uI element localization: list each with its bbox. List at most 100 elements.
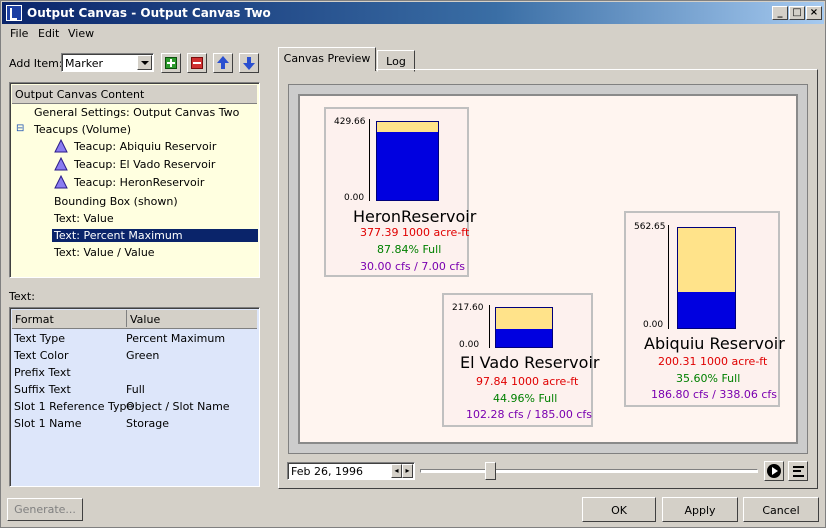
column-value[interactable]: Value <box>126 310 160 327</box>
remove-button[interactable] <box>187 53 207 73</box>
teacup-max-label: 562.65 <box>634 222 666 232</box>
menu-edit[interactable]: Edit <box>38 27 59 40</box>
teacup-fill <box>377 131 438 200</box>
teacup-name: HeronReservoir <box>353 207 477 226</box>
cell-value: Percent Maximum <box>126 332 226 345</box>
app-icon <box>6 5 22 21</box>
teacup-max-label: 429.66 <box>334 117 366 127</box>
tree-item-teacup-el-vado[interactable]: Teacup: El Vado Reservoir <box>16 156 256 173</box>
date-next-button[interactable]: ▸ <box>402 464 413 478</box>
date-field[interactable]: Feb 26, 1996 ◂ ▸ <box>287 462 415 480</box>
tree-item-teacup-abiquiu[interactable]: Teacup: Abiquiu Reservoir <box>16 138 256 155</box>
canvas-content-tree[interactable]: Output Canvas Content General Settings: … <box>9 82 260 278</box>
tree-item-text-value-value[interactable]: Text: Value / Value <box>16 244 256 261</box>
tree-item-label: General Settings: Output Canvas Two <box>34 106 240 119</box>
collapse-icon[interactable]: ⊟ <box>16 123 24 134</box>
close-button[interactable]: × <box>806 6 822 20</box>
add-item-select[interactable]: Marker <box>61 53 154 72</box>
properties-label: Text: <box>9 290 35 303</box>
arrow-down-icon <box>243 63 255 70</box>
cell-format: Slot 1 Name <box>14 417 82 430</box>
timeline-slider-thumb[interactable] <box>485 462 497 480</box>
move-up-button[interactable] <box>213 53 233 73</box>
teacup-fill <box>678 292 735 328</box>
tree-item-label: Text: Percent Maximum <box>52 229 258 242</box>
minimize-button[interactable]: _ <box>772 6 788 20</box>
teacup-axis <box>668 225 669 329</box>
teacup-icon <box>54 175 68 189</box>
menu-file[interactable]: File <box>10 27 28 40</box>
tree-item-text-value[interactable]: Text: Value <box>16 210 256 227</box>
add-item-label: Add Item: <box>9 57 63 70</box>
apply-button[interactable]: Apply <box>662 497 738 522</box>
window-title: Output Canvas - Output Canvas Two <box>27 6 271 20</box>
tree-header-label: Output Canvas Content <box>15 88 145 101</box>
title-bar[interactable]: Output Canvas - Output Canvas Two _ □ × <box>2 2 824 24</box>
tree-item-general-settings[interactable]: General Settings: Output Canvas Two <box>16 104 256 121</box>
table-row[interactable]: Suffix Text Full <box>12 381 257 398</box>
teacup-min-label: 0.00 <box>643 320 664 330</box>
table-row[interactable]: Text Type Percent Maximum <box>12 330 257 347</box>
teacup-el-vado: 217.60 0.00 El Vado Reservoir 97.84 1000… <box>442 293 599 427</box>
cell-format: Slot 1 Reference Type <box>14 400 134 413</box>
timeline-slider-track[interactable] <box>420 469 758 473</box>
teacup-capacity-bar <box>495 307 553 348</box>
teacup-value-text: 97.84 1000 acre-ft <box>476 375 579 388</box>
ok-button[interactable]: OK <box>582 497 656 522</box>
cell-value: Full <box>126 383 145 396</box>
teacup-capacity-bar <box>677 227 736 329</box>
cell-value: Storage <box>126 417 170 430</box>
table-header: Format Value <box>12 310 257 329</box>
maximize-button[interactable]: □ <box>789 6 805 20</box>
cell-value: Object / Slot Name <box>126 400 230 413</box>
table-row[interactable]: Prefix Text <box>12 364 257 381</box>
generate-button[interactable]: Generate... <box>7 498 83 521</box>
tree-item-label: Teacup: El Vado Reservoir <box>74 158 216 171</box>
output-canvas-window: Output Canvas - Output Canvas Two _ □ × … <box>0 0 826 528</box>
teacup-percent-text: 35.60% Full <box>676 372 741 385</box>
teacup-fill <box>496 329 552 347</box>
teacup-value-text: 200.31 1000 acre-ft <box>658 355 768 368</box>
cell-format: Suffix Text <box>14 383 71 396</box>
teacup-capacity-bar <box>376 121 439 201</box>
tree-item-text-percent-maximum[interactable]: Text: Percent Maximum <box>16 227 258 244</box>
chevron-down-icon[interactable] <box>137 55 152 70</box>
teacup-icon <box>54 139 68 153</box>
teacup-flow-text: 102.28 cfs / 185.00 cfs <box>466 408 592 421</box>
tree-item-bounding-box[interactable]: Bounding Box (shown) <box>16 193 256 210</box>
arrow-up-icon <box>217 56 229 63</box>
tab-canvas-preview[interactable]: Canvas Preview <box>278 47 376 71</box>
tree-item-label: Bounding Box (shown) <box>54 195 178 208</box>
play-button[interactable] <box>764 461 784 481</box>
table-row[interactable]: Slot 1 Name Storage <box>12 415 257 432</box>
table-row[interactable]: Slot 1 Reference Type Object / Slot Name <box>12 398 257 415</box>
teacup-axis <box>489 305 490 348</box>
teacup-min-label: 0.00 <box>344 193 365 203</box>
teacup-flow-text: 186.80 cfs / 338.06 cfs <box>651 388 777 401</box>
cancel-button[interactable]: Cancel <box>743 497 819 522</box>
menu-bar: File Edit View <box>2 24 824 42</box>
column-format[interactable]: Format <box>15 313 54 326</box>
tree-item-teacup-heron[interactable]: Teacup: HeronReservoir <box>16 174 256 191</box>
teacup-max-label: 217.60 <box>452 303 484 313</box>
teacup-heron: 429.66 0.00 HeronReservoir 377.39 1000 a… <box>324 107 476 277</box>
add-button[interactable] <box>161 53 181 73</box>
properties-table[interactable]: Format Value Text Type Percent Maximum T… <box>9 307 260 487</box>
add-item-value: Marker <box>65 57 104 70</box>
cell-format: Prefix Text <box>14 366 71 379</box>
tree-item-label: Teacup: Abiquiu Reservoir <box>74 140 217 153</box>
cell-format: Text Color <box>14 349 69 362</box>
list-view-button[interactable] <box>788 461 808 481</box>
tree-header: Output Canvas Content <box>12 85 257 104</box>
move-down-button[interactable] <box>239 53 259 73</box>
date-prev-button[interactable]: ◂ <box>391 464 402 478</box>
tree-item-teacups[interactable]: ⊟ Teacups (Volume) <box>16 121 256 138</box>
tree-item-label: Text: Value / Value <box>54 246 155 259</box>
cell-value: Green <box>126 349 160 362</box>
teacup-icon <box>54 157 68 171</box>
table-row[interactable]: Text Color Green <box>12 347 257 364</box>
teacup-axis <box>369 119 370 201</box>
menu-view[interactable]: View <box>68 27 94 40</box>
teacup-percent-text: 87.84% Full <box>377 243 442 256</box>
date-value: Feb 26, 1996 <box>291 465 363 478</box>
